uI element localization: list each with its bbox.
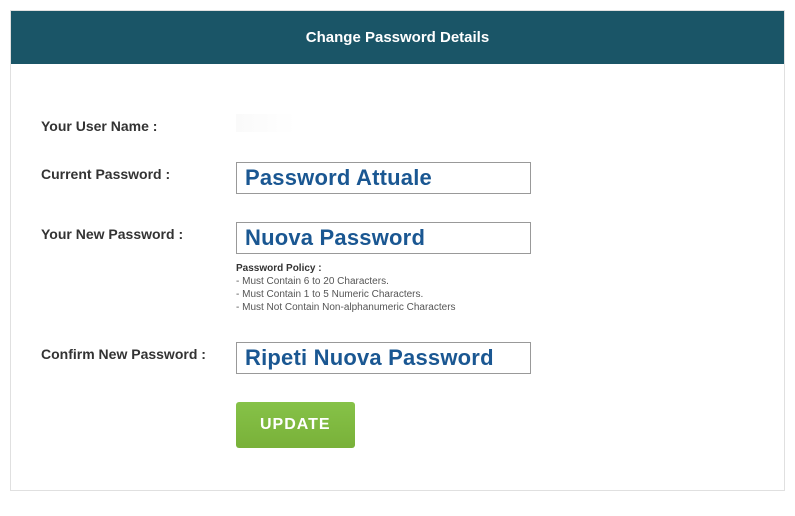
confirm-password-overlay: Ripeti Nuova Password <box>245 345 494 371</box>
current-password-input[interactable]: Password Attuale <box>236 162 531 194</box>
update-button[interactable]: UPDATE <box>236 402 355 448</box>
new-password-overlay: Nuova Password <box>245 225 425 251</box>
current-password-label: Current Password : <box>41 162 236 182</box>
username-label: Your User Name : <box>41 114 236 134</box>
header-title: Change Password Details <box>306 29 489 46</box>
username-row: Your User Name : <box>41 114 754 134</box>
change-password-panel: Change Password Details Your User Name :… <box>10 10 785 491</box>
policy-line-2: - Must Contain 1 to 5 Numeric Characters… <box>236 288 754 301</box>
panel-header: Change Password Details <box>11 11 784 64</box>
new-password-value-wrap: Nuova Password Password Policy : - Must … <box>236 222 754 314</box>
current-password-overlay: Password Attuale <box>245 165 432 191</box>
confirm-password-value-wrap: Ripeti Nuova Password <box>236 342 754 374</box>
policy-line-3: - Must Not Contain Non-alphanumeric Char… <box>236 301 754 314</box>
new-password-input[interactable]: Nuova Password <box>236 222 531 254</box>
confirm-password-label: Confirm New Password : <box>41 342 236 362</box>
form-body: Your User Name : Current Password : Pass… <box>11 64 784 490</box>
new-password-label: Your New Password : <box>41 222 236 314</box>
policy-title: Password Policy : <box>236 262 754 275</box>
confirm-password-row: Confirm New Password : Ripeti Nuova Pass… <box>41 342 754 374</box>
current-password-value-wrap: Password Attuale <box>236 162 754 194</box>
policy-line-1: - Must Contain 6 to 20 Characters. <box>236 275 754 288</box>
button-row: UPDATE <box>236 402 754 448</box>
username-value <box>236 114 296 132</box>
password-policy: Password Policy : - Must Contain 6 to 20… <box>236 262 754 314</box>
username-value-wrap <box>236 114 754 132</box>
new-password-row: Your New Password : Nuova Password Passw… <box>41 222 754 314</box>
current-password-row: Current Password : Password Attuale <box>41 162 754 194</box>
confirm-password-input[interactable]: Ripeti Nuova Password <box>236 342 531 374</box>
